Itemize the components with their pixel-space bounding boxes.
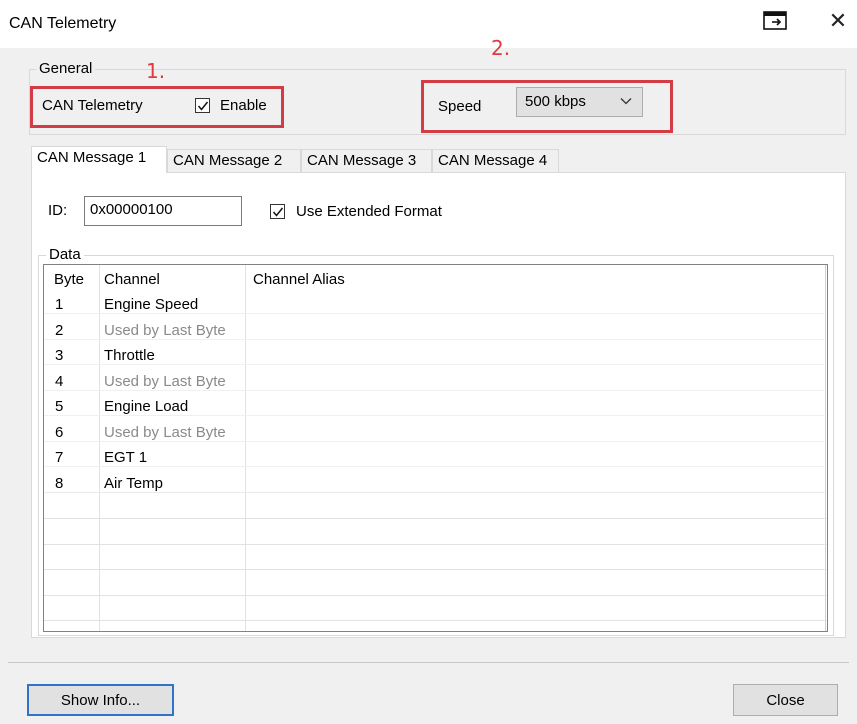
header-byte[interactable]: Byte: [54, 271, 84, 288]
column-divider: [245, 265, 246, 631]
restore-window-button[interactable]: [763, 10, 789, 32]
cell-byte: 8: [55, 475, 64, 492]
cell-byte: 7: [55, 449, 64, 466]
column-divider: [825, 265, 826, 631]
check-icon: [197, 101, 209, 111]
tab-can-message-4[interactable]: CAN Message 4: [432, 149, 559, 173]
column-divider: [99, 265, 100, 631]
row-divider: [44, 595, 827, 596]
close-button[interactable]: Close: [733, 684, 838, 716]
cell-channel: Engine Load: [104, 398, 189, 415]
cell-channel: Used by Last Byte: [104, 424, 226, 441]
data-legend: Data: [46, 246, 84, 263]
speed-value: 500 kbps: [525, 93, 586, 110]
footer-divider: [8, 662, 849, 663]
cell-byte: 5: [55, 398, 64, 415]
header-channel-alias[interactable]: Channel Alias: [253, 271, 345, 288]
cell-channel: Air Temp: [104, 475, 163, 492]
cell-channel: Throttle: [104, 347, 155, 364]
cell-channel: Engine Speed: [104, 296, 199, 313]
cell-channel: EGT 1: [104, 449, 148, 466]
row-divider: [44, 364, 827, 365]
row-divider: [44, 313, 827, 314]
enable-label: Enable: [220, 97, 267, 114]
row-divider: [44, 518, 827, 519]
can-telemetry-label: CAN Telemetry: [42, 97, 143, 114]
tab-label: CAN Message 4: [438, 152, 548, 169]
extended-format-label: Use Extended Format: [296, 203, 442, 220]
speed-label: Speed: [438, 98, 482, 115]
id-input[interactable]: 0x00000100: [84, 196, 242, 226]
close-label: Close: [766, 692, 805, 709]
row-divider: [44, 492, 827, 493]
tab-label: CAN Message 3: [307, 152, 417, 169]
title-bar: CAN Telemetry ✕: [0, 0, 857, 48]
id-label: ID:: [48, 202, 68, 219]
row-divider: [44, 441, 827, 442]
cell-byte: 6: [55, 424, 64, 441]
show-info-button[interactable]: Show Info...: [27, 684, 174, 716]
general-legend: General: [36, 60, 96, 77]
cell-byte: 1: [55, 296, 64, 313]
show-info-label: Show Info...: [60, 692, 141, 709]
row-divider: [44, 390, 827, 391]
speed-select[interactable]: 500 kbps: [516, 87, 643, 117]
extended-format-checkbox[interactable]: [270, 204, 285, 219]
cell-byte: 3: [55, 347, 64, 364]
annotation-1: 1.: [146, 59, 166, 83]
tab-can-message-2[interactable]: CAN Message 2: [167, 149, 301, 173]
data-grid: Byte Channel Channel Alias 1 Engine Spee…: [43, 264, 828, 632]
header-channel[interactable]: Channel: [104, 271, 160, 288]
check-icon: [272, 207, 284, 217]
tab-can-message-3[interactable]: CAN Message 3: [301, 149, 432, 173]
restore-window-icon: [763, 11, 787, 30]
row-divider: [44, 569, 827, 570]
chevron-down-icon: [620, 98, 632, 105]
enable-checkbox[interactable]: [195, 98, 210, 113]
tab-label: CAN Message 2: [173, 152, 283, 169]
cell-channel: Used by Last Byte: [104, 322, 226, 339]
cell-byte: 4: [55, 373, 64, 390]
cell-channel: Used by Last Byte: [104, 373, 226, 390]
annotation-2: 2.: [491, 36, 511, 60]
tab-can-message-1[interactable]: CAN Message 1: [31, 146, 167, 173]
row-divider: [44, 620, 827, 621]
cell-byte: 2: [55, 322, 64, 339]
row-divider: [44, 415, 827, 416]
window-title: CAN Telemetry: [9, 15, 117, 32]
tab-label: CAN Message 1: [37, 149, 147, 166]
row-divider: [44, 339, 827, 340]
close-icon: ✕: [828, 9, 848, 34]
row-divider: [44, 544, 827, 545]
row-divider: [44, 466, 827, 467]
close-window-button[interactable]: ✕: [826, 8, 850, 36]
